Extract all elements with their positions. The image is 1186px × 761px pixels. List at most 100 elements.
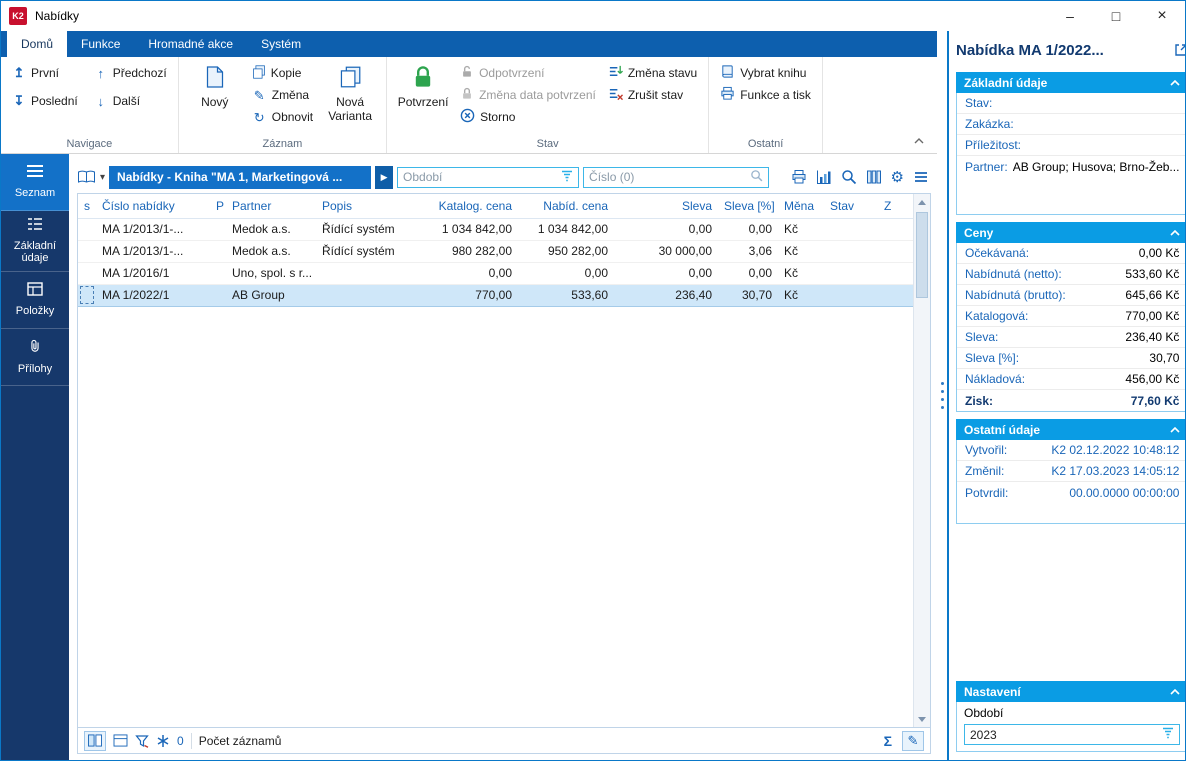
chevron-up-icon[interactable] (1170, 79, 1181, 86)
change-state-button[interactable]: Změna stavu (605, 62, 700, 84)
vertical-scrollbar[interactable] (913, 194, 930, 727)
field-partner[interactable]: Partner: AB Group; Husova; Brno-Žeb... (957, 156, 1185, 177)
sidebar-item-zakladni-udaje[interactable]: Základní údaje (1, 211, 69, 272)
cell[interactable]: 3,06 (718, 240, 778, 263)
period-filter-input[interactable] (403, 170, 558, 184)
cell[interactable] (824, 283, 878, 307)
col-header-sleva[interactable]: Sleva (614, 194, 718, 219)
filter-list-icon[interactable] (561, 170, 573, 185)
background-tasks-icon[interactable] (156, 734, 170, 748)
scroll-down-button[interactable] (914, 711, 930, 727)
tab-domu[interactable]: Domů (7, 31, 68, 57)
select-book-button[interactable]: Vybrat knihu (717, 62, 814, 84)
col-header-z[interactable]: Z (878, 194, 913, 219)
cell[interactable]: Řídící systém (316, 218, 432, 241)
menu-icon[interactable] (913, 169, 929, 185)
filter-list-icon[interactable] (1162, 727, 1174, 742)
cell[interactable]: Medok a.s. (226, 240, 316, 263)
section-header-zakladni[interactable]: Základní údaje (956, 72, 1185, 93)
col-header-partner[interactable]: Partner (226, 194, 316, 219)
table-row[interactable]: MA 1/2013/1-... Medok a.s. Řídící systém… (78, 218, 913, 241)
cell[interactable] (824, 262, 878, 285)
collapse-ribbon-button[interactable] (911, 135, 927, 147)
cell[interactable]: 0,00 (614, 262, 718, 285)
cell[interactable] (78, 262, 96, 285)
print-icon[interactable] (791, 169, 807, 185)
col-header-stav[interactable]: Stav (824, 194, 878, 219)
sidebar-item-prilohy[interactable]: Přílohy (1, 329, 69, 386)
cell[interactable] (316, 283, 432, 307)
change-button[interactable]: ✎ Změna (249, 84, 316, 106)
minimize-button[interactable]: – (1047, 1, 1093, 31)
section-header-ostatni[interactable]: Ostatní údaje (956, 419, 1185, 440)
close-button[interactable]: × (1139, 1, 1185, 31)
chevron-up-icon[interactable] (1170, 688, 1181, 695)
period-filter-combo[interactable] (397, 166, 580, 188)
cell[interactable]: 0,00 (432, 262, 518, 285)
cell[interactable]: MA 1/2013/1-... (96, 218, 210, 241)
refresh-button[interactable]: ↻ Obnovit (249, 106, 316, 128)
cell[interactable] (210, 240, 226, 263)
edit-mode-button[interactable]: ✎ (902, 730, 924, 751)
columns-icon[interactable] (866, 169, 882, 185)
view-columns-button[interactable] (84, 730, 106, 751)
unconfirm-button[interactable]: Odpotvrzení (457, 62, 599, 84)
col-header-nabid-cena[interactable]: Nabíd. cena (518, 194, 614, 219)
cell[interactable] (878, 240, 913, 263)
search-combo[interactable] (583, 166, 770, 188)
table-row[interactable]: MA 1/2013/1-... Medok a.s. Řídící systém… (78, 240, 913, 263)
cell[interactable]: Uno, spol. s r... (226, 262, 316, 285)
open-in-window-icon[interactable] (1174, 43, 1185, 57)
first-record-button[interactable]: ↥ První (9, 62, 81, 84)
cell[interactable]: Kč (778, 262, 824, 285)
cell[interactable]: 533,60 (518, 283, 614, 307)
new-variant-button[interactable]: Nová Varianta (322, 62, 378, 123)
chevron-down-icon[interactable]: ▾ (100, 172, 105, 183)
col-header-katalog-cena[interactable]: Katalog. cena (432, 194, 518, 219)
col-header-popis[interactable]: Popis (316, 194, 432, 219)
cell[interactable]: Kč (778, 218, 824, 241)
cell[interactable]: 0,00 (718, 262, 778, 285)
maximize-button[interactable]: □ (1093, 1, 1139, 31)
tab-system[interactable]: Systém (247, 31, 315, 57)
cell[interactable] (210, 283, 226, 307)
last-record-button[interactable]: ↧ Poslední (9, 90, 81, 112)
cell[interactable]: 950 282,00 (518, 240, 614, 263)
col-header-sleva-pct[interactable]: Sleva [%] (718, 194, 778, 219)
cell[interactable] (210, 262, 226, 285)
filter-button[interactable] (135, 734, 149, 748)
cell[interactable]: MA 1/2013/1-... (96, 240, 210, 263)
search-icon[interactable] (750, 169, 763, 185)
preview-panel-button[interactable] (113, 734, 128, 747)
cell[interactable]: Řídící systém (316, 240, 432, 263)
cell[interactable] (878, 218, 913, 241)
analysis-search-icon[interactable] (841, 169, 857, 185)
section-header-nastaveni[interactable]: Nastavení (956, 681, 1185, 702)
cell[interactable]: Kč (778, 240, 824, 263)
field-prilezitost[interactable]: Příležitost: (957, 135, 1185, 156)
table-row[interactable]: MA 1/2016/1 Uno, spol. s r... 0,00 0,00 … (78, 262, 913, 285)
cell[interactable]: 980 282,00 (432, 240, 518, 263)
scrollbar-track[interactable] (914, 210, 930, 711)
period-setting-select[interactable]: 2023 (964, 724, 1181, 745)
sidebar-item-polozky[interactable]: Položky (1, 272, 69, 329)
storno-button[interactable]: Storno (457, 106, 599, 128)
book-expand-button[interactable]: ▶ (375, 165, 394, 189)
cell[interactable]: Medok a.s. (226, 218, 316, 241)
cell[interactable] (878, 283, 913, 307)
col-header-p[interactable]: P (210, 194, 226, 219)
book-title-bar[interactable]: Nabídky - Kniha "MA 1, Marketingová ... (109, 165, 372, 189)
cell[interactable]: 1 034 842,00 (432, 218, 518, 241)
next-record-button[interactable]: ↓ Další (91, 90, 170, 112)
search-input[interactable] (589, 170, 747, 184)
cell[interactable]: 1 034 842,00 (518, 218, 614, 241)
col-header-mena[interactable]: Měna (778, 194, 824, 219)
table-row-selected[interactable]: MA 1/2022/1 AB Group 770,00 533,60 236,4… (78, 283, 913, 307)
cell[interactable] (824, 218, 878, 241)
col-header-cislo[interactable]: Číslo nabídky (96, 194, 210, 219)
chevron-up-icon[interactable] (1170, 229, 1181, 236)
cell[interactable] (210, 218, 226, 241)
cancel-state-button[interactable]: Zrušit stav (605, 84, 700, 106)
settings-gear-icon[interactable]: ⚙ (891, 170, 904, 185)
scrollbar-thumb[interactable] (916, 212, 928, 298)
